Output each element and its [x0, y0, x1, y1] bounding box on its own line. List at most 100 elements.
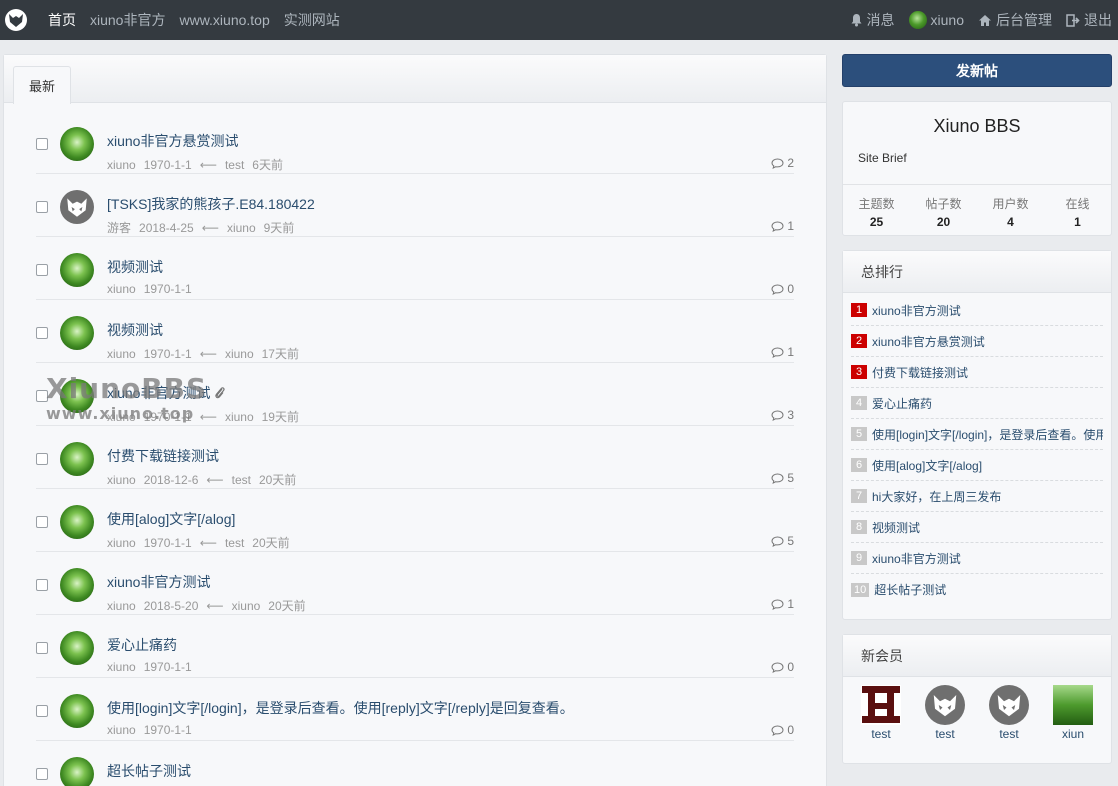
- thread-checkbox[interactable]: [36, 390, 48, 402]
- thread-checkbox[interactable]: [36, 579, 48, 591]
- ranking-item[interactable]: 8 视频测试: [851, 512, 1103, 543]
- thread-last-user[interactable]: xiuno: [225, 347, 254, 361]
- ranking-item-text[interactable]: 使用[login]文字[/login]，是登录后查看。使用[reply]文字[/…: [872, 426, 1103, 443]
- thread-row[interactable]: 付费下载链接测试 xiuno 2018-12-6 ⟵ test 20天前 5: [36, 426, 794, 489]
- nav-test-site[interactable]: 实测网站: [284, 10, 340, 30]
- thread-author[interactable]: 游客: [107, 221, 131, 235]
- thread-title[interactable]: xiuno非官方悬赏测试: [107, 131, 238, 151]
- ranking-item-text[interactable]: xiuno非官方测试: [872, 550, 961, 567]
- user-avatar[interactable]: [60, 442, 94, 476]
- new-post-button[interactable]: 发新帖: [842, 54, 1112, 87]
- member-avatar[interactable]: [925, 685, 965, 725]
- user-avatar[interactable]: [60, 127, 94, 161]
- thread-title[interactable]: 使用[login]文字[/login]，是登录后查看。使用[reply]文字[/…: [107, 698, 574, 718]
- member-avatar[interactable]: [861, 685, 901, 725]
- ranking-item-text[interactable]: xiuno非官方测试: [872, 302, 961, 319]
- member-name[interactable]: test: [987, 727, 1031, 741]
- member-name[interactable]: test: [923, 727, 967, 741]
- thread-author[interactable]: xiuno: [107, 410, 136, 424]
- user-avatar[interactable]: [60, 568, 94, 602]
- ranking-item[interactable]: 1 xiuno非官方测试: [851, 295, 1103, 326]
- user-avatar[interactable]: [60, 631, 94, 665]
- thread-title-text[interactable]: 使用[login]文字[/login]，是登录后查看。使用[reply]文字[/…: [107, 700, 574, 716]
- thread-title[interactable]: 爱心止痛药: [107, 635, 177, 655]
- thread-title-text[interactable]: xiuno非官方悬赏测试: [107, 133, 238, 149]
- nav-xiuno-top[interactable]: www.xiuno.top: [179, 12, 269, 28]
- thread-row[interactable]: 使用[login]文字[/login]，是登录后查看。使用[reply]文字[/…: [36, 678, 794, 741]
- thread-author[interactable]: xiuno: [107, 723, 136, 737]
- thread-title[interactable]: 视频测试: [107, 320, 163, 340]
- ranking-item[interactable]: 7 hi大家好，在上周三发布: [851, 481, 1103, 512]
- tab-latest[interactable]: 最新: [13, 66, 71, 104]
- user-avatar[interactable]: [60, 253, 94, 287]
- thread-author[interactable]: xiuno: [107, 158, 136, 172]
- thread-last-user[interactable]: xiuno: [225, 410, 254, 424]
- member-avatar[interactable]: [1053, 685, 1093, 725]
- thread-last-user[interactable]: xiuno: [232, 599, 261, 613]
- thread-title[interactable]: 视频测试: [107, 257, 163, 277]
- user-avatar[interactable]: [60, 505, 94, 539]
- ranking-item[interactable]: 6 使用[alog]文字[/alog]: [851, 450, 1103, 481]
- ranking-item[interactable]: 9 xiuno非官方测试: [851, 543, 1103, 574]
- thread-title[interactable]: 付费下载链接测试: [107, 446, 219, 466]
- thread-title-text[interactable]: 视频测试: [107, 259, 163, 275]
- ranking-item[interactable]: 5 使用[login]文字[/login]，是登录后查看。使用[reply]文字[…: [851, 419, 1103, 450]
- thread-checkbox[interactable]: [36, 201, 48, 213]
- ranking-item[interactable]: 3 付费下载链接测试: [851, 357, 1103, 388]
- thread-title-text[interactable]: 超长帖子测试: [107, 763, 191, 779]
- member-item[interactable]: test: [859, 685, 903, 741]
- nav-user[interactable]: xiuno: [908, 11, 964, 29]
- thread-last-user[interactable]: test: [225, 536, 244, 550]
- thread-title[interactable]: 使用[alog]文字[/alog]: [107, 509, 235, 529]
- ranking-item-text[interactable]: hi大家好，在上周三发布: [872, 488, 1001, 505]
- thread-title-text[interactable]: xiuno非官方测试: [107, 574, 210, 590]
- ranking-item-text[interactable]: 使用[alog]文字[/alog]: [872, 457, 982, 474]
- thread-title-text[interactable]: xiuno非官方测试: [107, 385, 210, 401]
- member-avatar[interactable]: [989, 685, 1029, 725]
- ranking-item-text[interactable]: xiuno非官方悬赏测试: [872, 333, 985, 350]
- thread-row[interactable]: [TSKS]我家的熊孩子.E84.180422 游客 2018-4-25 ⟵ xiuno…: [36, 174, 794, 237]
- thread-author[interactable]: xiuno: [107, 660, 136, 674]
- ranking-item[interactable]: 10 超长帖子测试: [851, 574, 1103, 605]
- thread-row[interactable]: 爱心止痛药 xiuno 1970-1-1 0: [36, 615, 794, 678]
- nav-logout[interactable]: 退出: [1066, 10, 1112, 30]
- thread-checkbox[interactable]: [36, 642, 48, 654]
- thread-last-user[interactable]: xiuno: [227, 221, 256, 235]
- ranking-item[interactable]: 4 爱心止痛药: [851, 388, 1103, 419]
- site-logo-icon[interactable]: [2, 6, 30, 34]
- thread-author[interactable]: xiuno: [107, 347, 136, 361]
- thread-title-text[interactable]: 付费下载链接测试: [107, 448, 219, 464]
- thread-author[interactable]: xiuno: [107, 599, 136, 613]
- member-item[interactable]: test: [923, 685, 967, 741]
- thread-row[interactable]: xiuno非官方悬赏测试 xiuno 1970-1-1 ⟵ test 6天前 2: [36, 111, 794, 174]
- thread-author[interactable]: xiuno: [107, 282, 136, 296]
- thread-row[interactable]: 使用[alog]文字[/alog] xiuno 1970-1-1 ⟵ test 20天前 5: [36, 489, 794, 552]
- thread-title[interactable]: [TSKS]我家的熊孩子.E84.180422: [107, 194, 315, 214]
- member-item[interactable]: xiun: [1051, 685, 1095, 741]
- thread-title[interactable]: xiuno非官方测试: [107, 383, 226, 403]
- thread-author[interactable]: xiuno: [107, 536, 136, 550]
- thread-row[interactable]: xiuno非官方测试 xiuno 2018-5-20 ⟵ xiuno 20天前 1: [36, 552, 794, 615]
- thread-row[interactable]: 视频测试 xiuno 1970-1-1 ⟵ xiuno 17天前 1: [36, 300, 794, 363]
- thread-title-text[interactable]: 爱心止痛药: [107, 637, 177, 653]
- thread-checkbox[interactable]: [36, 516, 48, 528]
- thread-checkbox[interactable]: [36, 138, 48, 150]
- thread-checkbox[interactable]: [36, 768, 48, 780]
- ranking-item[interactable]: 2 xiuno非官方悬赏测试: [851, 326, 1103, 357]
- thread-last-user[interactable]: test: [225, 158, 244, 172]
- nav-admin[interactable]: 后台管理: [978, 10, 1052, 30]
- nav-xiuno-unofficial[interactable]: xiuno非官方: [90, 10, 165, 30]
- thread-title-text[interactable]: 使用[alog]文字[/alog]: [107, 511, 235, 527]
- member-name[interactable]: test: [859, 727, 903, 741]
- thread-checkbox[interactable]: [36, 264, 48, 276]
- user-avatar[interactable]: [60, 379, 94, 413]
- thread-row[interactable]: 视频测试 xiuno 1970-1-1 0: [36, 237, 794, 300]
- ranking-item-text[interactable]: 付费下载链接测试: [872, 364, 968, 381]
- thread-title[interactable]: xiuno非官方测试: [107, 572, 210, 592]
- thread-row[interactable]: 超长帖子测试: [36, 741, 794, 786]
- ranking-item-text[interactable]: 视频测试: [872, 519, 920, 536]
- thread-row[interactable]: xiuno非官方测试 xiuno 1970-1-1 ⟵ xiuno 19天前 3: [36, 363, 794, 426]
- member-item[interactable]: test: [987, 685, 1031, 741]
- thread-title[interactable]: 超长帖子测试: [107, 761, 191, 781]
- ranking-item-text[interactable]: 爱心止痛药: [872, 395, 932, 412]
